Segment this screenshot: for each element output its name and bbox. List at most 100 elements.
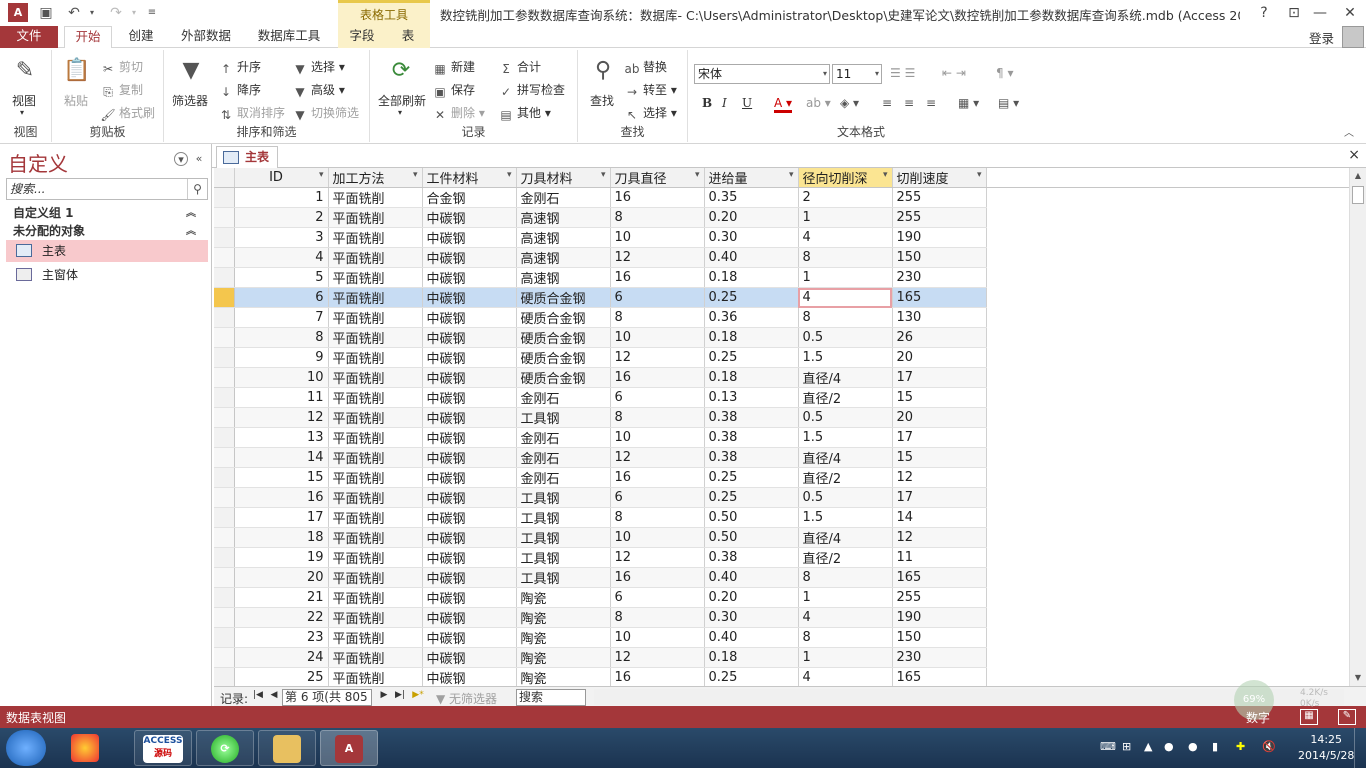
goto-button[interactable]: → 转至 ▾ [624,81,677,99]
undo-dropdown-icon[interactable]: ▾ [82,3,102,23]
italic-button[interactable]: I [722,96,727,110]
table-cell[interactable]: 2 [798,187,893,208]
table-cell[interactable]: 17 [234,507,329,528]
table-cell[interactable]: 工具钢 [516,507,611,528]
table-cell[interactable]: 中碳钢 [422,207,517,228]
table-cell[interactable]: 12 [234,407,329,428]
table-cell[interactable]: 130 [892,307,987,328]
nav-group-custom[interactable]: 自定义组 1 ︽ [13,204,196,221]
table-cell[interactable]: 平面铣削 [328,667,423,686]
table-cell[interactable]: 0.18 [704,367,799,388]
align-center-icon[interactable]: ≡ [904,96,914,110]
table-cell[interactable]: 150 [892,247,987,268]
table-row[interactable]: 7 平面铣削 中碳钢 硬质合金钢 8 0.36 8 130 [214,307,1349,328]
table-cell[interactable]: 26 [892,327,987,348]
select-button[interactable]: ↖ 选择 ▾ [624,104,677,122]
record-selector[interactable] [214,407,235,428]
more-button[interactable]: ▤ 其他 ▾ [498,104,551,122]
record-selector[interactable] [214,607,235,628]
table-cell[interactable]: 中碳钢 [422,327,517,348]
table-cell[interactable]: 0.25 [704,347,799,368]
table-cell[interactable]: 10 [610,427,705,448]
replace-button[interactable]: ab 替换 [624,58,668,76]
table-cell[interactable]: 金刚石 [516,387,611,408]
table-cell[interactable]: 平面铣削 [328,467,423,488]
tab-database-tools[interactable]: 数据库工具 [248,26,330,48]
table-cell[interactable]: 0.18 [704,327,799,348]
search-icon[interactable]: ⚲ [187,179,207,199]
start-button[interactable] [6,730,46,766]
fill-color-icon[interactable]: ◈ ▾ [840,96,859,110]
table-cell[interactable]: 硬质合金钢 [516,347,611,368]
table-cell[interactable]: 中碳钢 [422,467,517,488]
table-cell[interactable]: 1 [798,647,893,668]
table-cell[interactable]: 17 [892,427,987,448]
table-cell[interactable]: 平面铣削 [328,567,423,588]
table-cell[interactable]: 高速钢 [516,227,611,248]
table-cell[interactable]: 21 [234,587,329,608]
table-cell[interactable]: 平面铣削 [328,487,423,508]
table-row[interactable]: 20 平面铣削 中碳钢 工具钢 16 0.40 8 165 [214,567,1349,588]
tab-home[interactable]: 开始 [64,26,112,49]
copy-button[interactable]: ⎘ 复制 [100,81,143,99]
table-cell[interactable]: 9 [234,347,329,368]
table-cell[interactable]: 11 [892,547,987,568]
table-cell[interactable]: 金刚石 [516,467,611,488]
table-cell[interactable]: 16 [610,567,705,588]
table-cell[interactable]: 平面铣削 [328,347,423,368]
table-cell[interactable]: 8 [798,307,893,328]
table-cell[interactable]: 20 [234,567,329,588]
table-cell[interactable]: 255 [892,187,987,208]
column-dropdown-icon[interactable]: ▾ [883,170,888,180]
table-row[interactable]: 16 平面铣削 中碳钢 工具钢 6 0.25 0.5 17 [214,487,1349,508]
table-cell[interactable]: 平面铣削 [328,387,423,408]
tray-icon[interactable]: ⊞ [1122,740,1131,753]
table-cell[interactable]: 平面铣削 [328,307,423,328]
table-row[interactable]: 23 平面铣削 中碳钢 陶瓷 10 0.40 8 150 [214,627,1349,648]
table-cell[interactable]: 16 [610,667,705,686]
table-cell[interactable]: 平面铣削 [328,367,423,388]
spelling-button[interactable]: ✓ 拼写检查 [498,81,565,99]
table-row[interactable]: 12 平面铣削 中碳钢 工具钢 8 0.38 0.5 20 [214,407,1349,428]
taskbar-access-source[interactable]: ACCESS 源码 [134,730,192,766]
table-row[interactable]: 11 平面铣削 中碳钢 金刚石 6 0.13 直径/2 15 [214,387,1349,408]
table-cell[interactable]: 8 [798,567,893,588]
table-cell[interactable]: 高速钢 [516,267,611,288]
table-row[interactable]: 5 平面铣削 中碳钢 高速钢 16 0.18 1 230 [214,267,1349,288]
table-cell[interactable]: 陶瓷 [516,607,611,628]
datasheet-view-icon[interactable]: ▦ [1300,709,1318,725]
table-cell[interactable]: 15 [234,467,329,488]
table-cell[interactable]: 16 [610,367,705,388]
table-cell[interactable]: 23 [234,627,329,648]
table-cell[interactable]: 0.38 [704,447,799,468]
table-cell[interactable]: 平面铣削 [328,427,423,448]
table-cell[interactable]: 4 [798,287,893,308]
table-row[interactable]: 19 平面铣削 中碳钢 工具钢 12 0.38 直径/2 11 [214,547,1349,568]
table-cell[interactable]: 平面铣削 [328,607,423,628]
paste-button[interactable]: 粘贴 [64,92,88,109]
table-cell[interactable]: 12 [610,647,705,668]
table-cell[interactable]: 19 [234,547,329,568]
table-cell[interactable]: 24 [234,647,329,668]
table-cell[interactable]: 0.35 [704,187,799,208]
table-cell[interactable]: 190 [892,607,987,628]
record-search-input[interactable]: 搜索 [516,689,586,706]
minimize-button[interactable]: — [1306,2,1334,24]
table-cell[interactable]: 0.36 [704,307,799,328]
remove-sort-button[interactable]: ⇅ 取消排序 [218,104,285,122]
login-link[interactable]: 登录 [1309,28,1334,47]
table-cell[interactable]: 中碳钢 [422,547,517,568]
table-cell[interactable]: 直径/2 [798,467,893,488]
show-desktop-button[interactable] [1354,728,1366,768]
record-selector[interactable] [214,267,235,288]
table-cell[interactable]: 4 [798,607,893,628]
table-cell[interactable]: 8 [234,327,329,348]
table-cell[interactable]: 0.40 [704,567,799,588]
collapse-icon[interactable]: ︽ [186,222,196,237]
table-cell[interactable]: 平面铣削 [328,247,423,268]
close-document-icon[interactable]: × [1348,147,1360,163]
record-selector[interactable] [214,367,235,388]
access-app-icon[interactable]: A [8,3,28,22]
table-cell[interactable]: 10 [610,527,705,548]
table-cell[interactable]: 0.30 [704,607,799,628]
